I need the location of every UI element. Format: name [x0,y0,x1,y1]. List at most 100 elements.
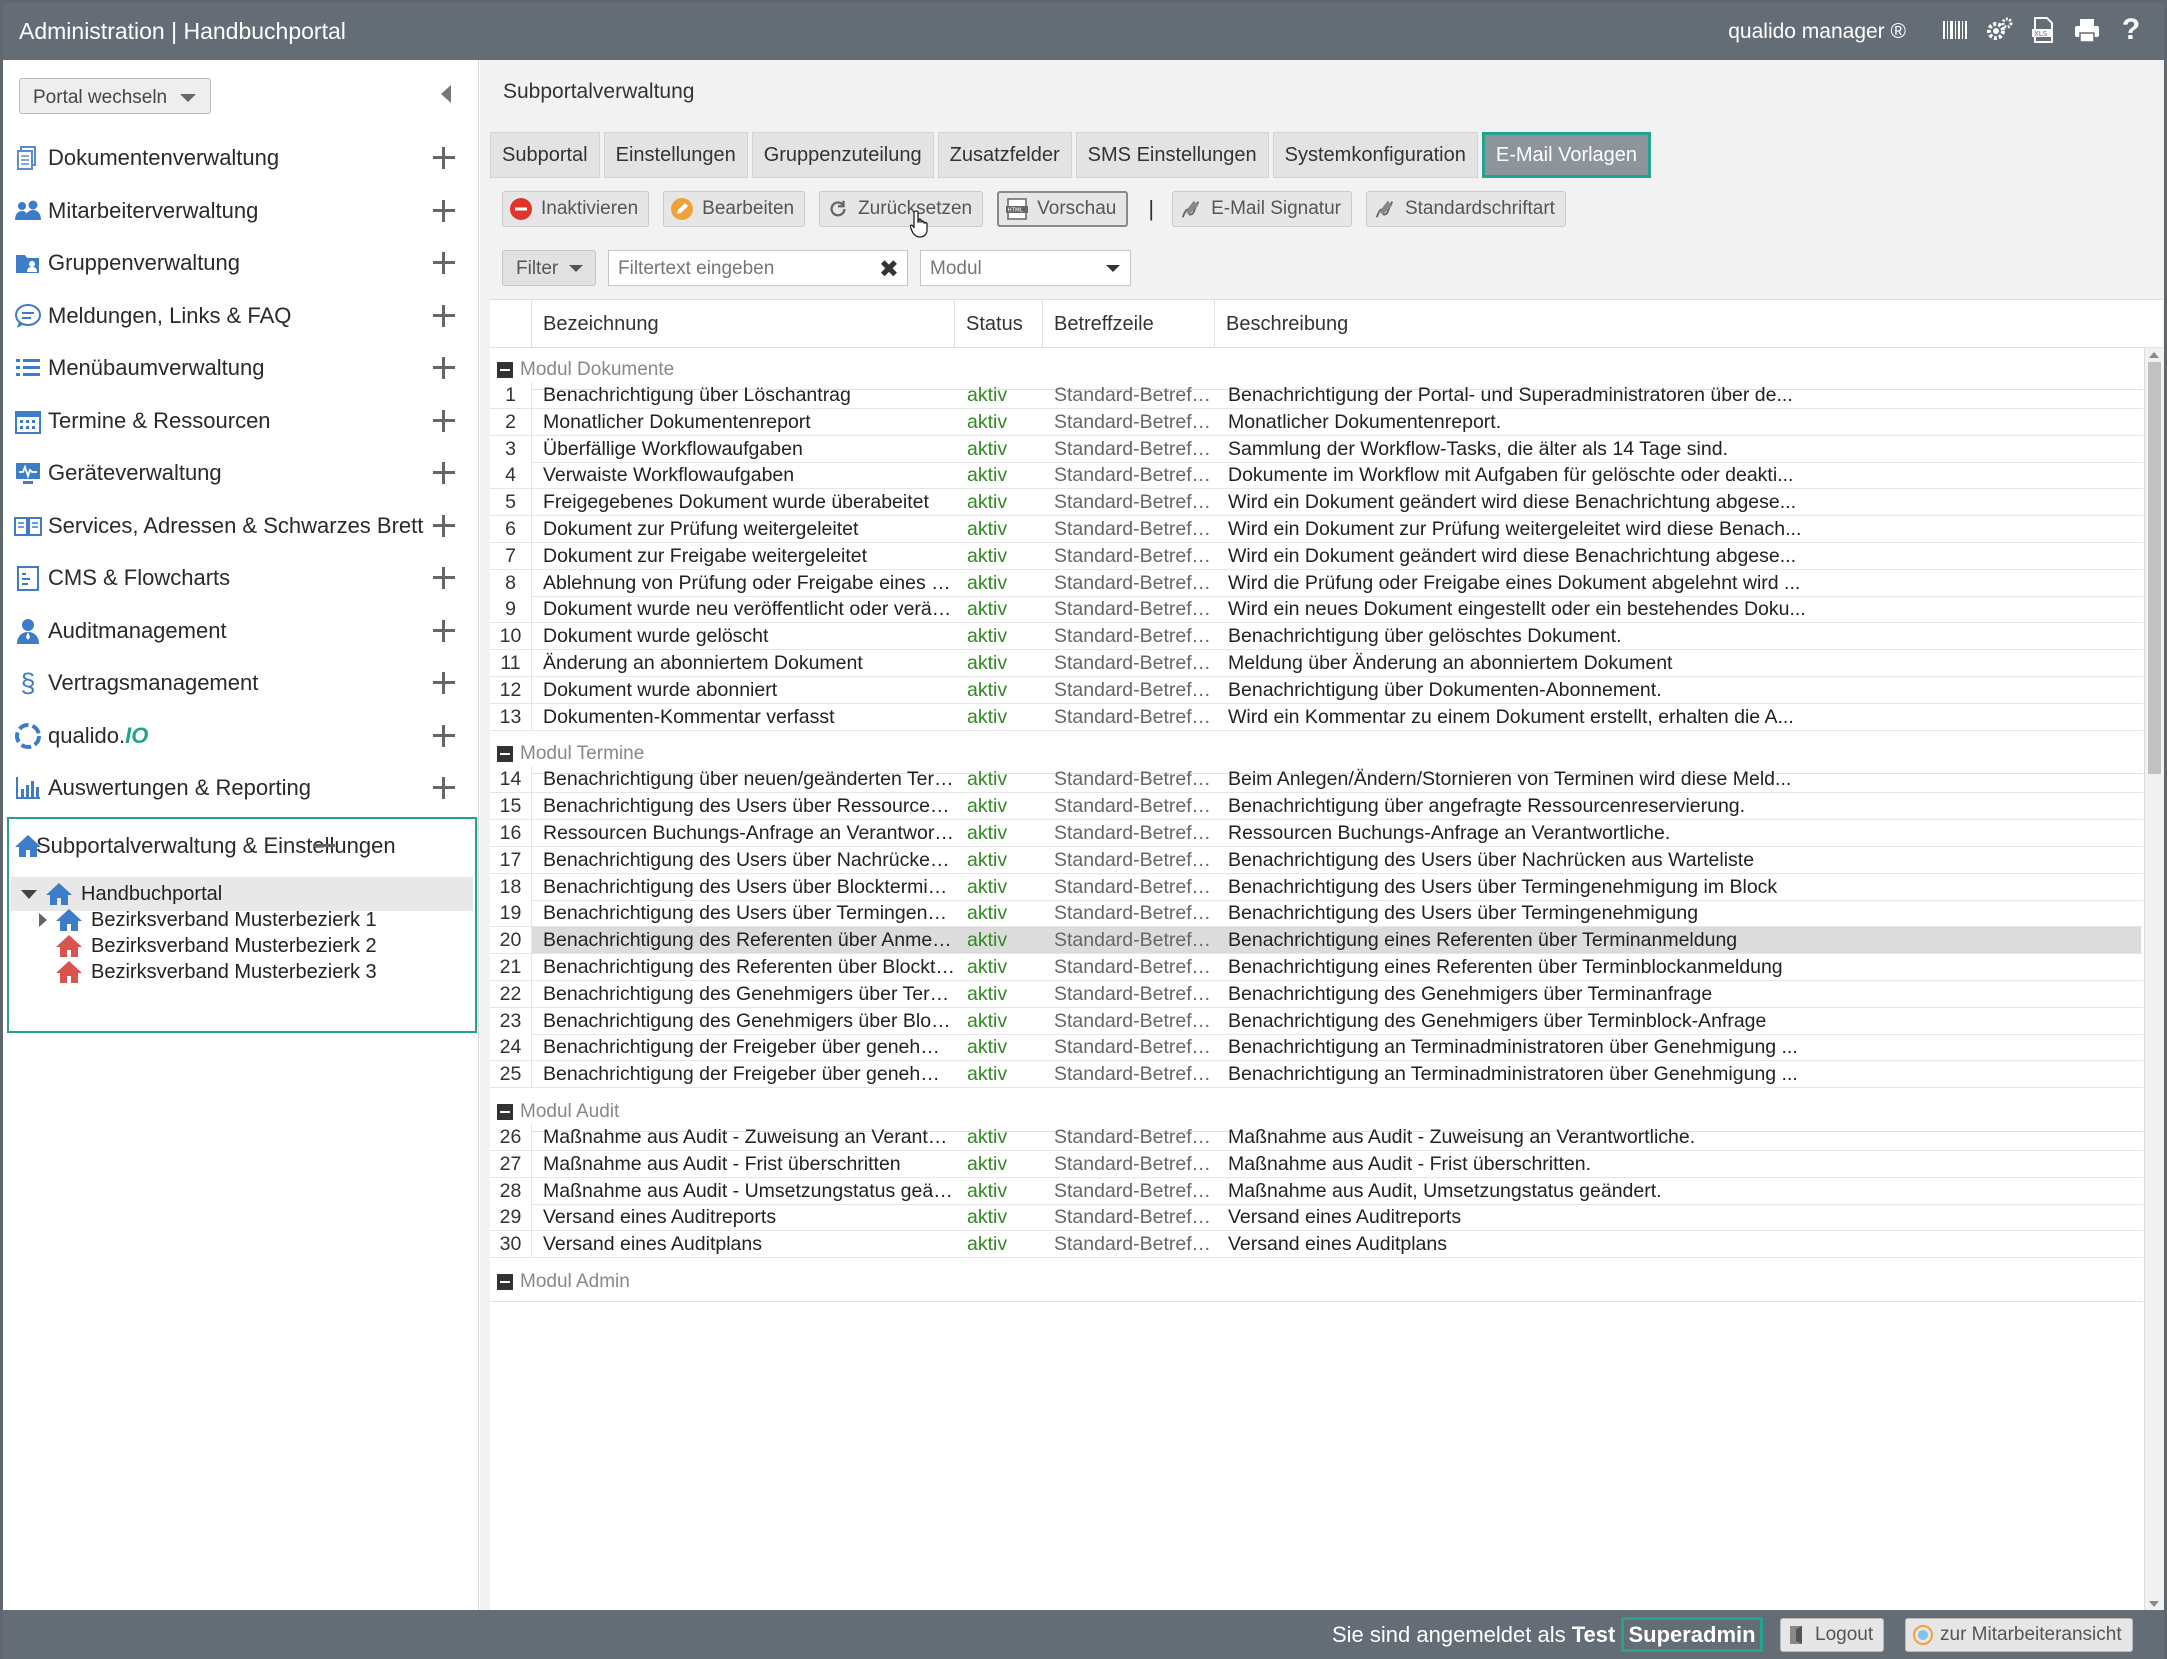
module-select[interactable]: Modul [920,250,1131,286]
sidebar-item-vertrag[interactable]: § Vertragsmanagement [3,657,479,710]
expand-plus-icon[interactable] [433,514,455,537]
sidebar-item-services[interactable]: Services, Adressen & Schwarzes Brett [3,500,479,553]
table-row[interactable]: 15 Benachrichtigung des Users über Ressou… [490,793,2143,821]
table-row[interactable]: 17 Benachrichtigung des Users über Nachrü… [490,846,2143,874]
clear-filter-icon[interactable]: ✖ [879,255,899,284]
collapsed-arrow-icon[interactable] [39,913,47,927]
expand-plus-icon[interactable] [433,567,455,590]
sidebar-item-termine[interactable]: Termine & Ressourcen [3,395,479,448]
excel-export-icon[interactable]: XLS [2028,15,2058,45]
expand-plus-icon[interactable] [433,252,455,275]
barcode-icon[interactable] [1940,15,1970,45]
table-row[interactable]: 8 Ablehnung von Prüfung oder Freigabe ein… [490,569,2143,597]
edit-button[interactable]: Bearbeiten [663,191,806,227]
table-row[interactable]: 20 Benachrichtigung des Referenten über A… [490,927,2143,955]
table-row[interactable]: 29 Versand eines Auditreports aktiv Standar… [490,1204,2143,1232]
expand-plus-icon[interactable] [433,199,455,222]
table-row[interactable]: 10 Dokument wurde gelöscht aktiv Standard-B… [490,623,2143,651]
employee-view-button[interactable]: zur Mitarbeiteransicht [1905,1618,2133,1652]
expand-plus-icon[interactable] [433,304,455,327]
table-row[interactable]: 22 Benachrichtigung des Genehmigers über … [490,980,2143,1008]
scrollbar-thumb[interactable] [2148,362,2161,774]
group-collapse-icon[interactable] [497,745,513,762]
table-row[interactable]: 6 Dokument zur Prüfung weitergeleitet akti… [490,516,2143,543]
help-icon[interactable]: ? [2116,15,2146,45]
scroll-down-icon[interactable] [2149,1601,2159,1607]
default-font-button[interactable]: Standardschriftart [1365,191,1566,227]
print-icon[interactable] [2072,15,2102,45]
expand-plus-icon[interactable] [433,357,455,380]
sidebar-item-meldungen[interactable]: Meldungen, Links & FAQ [3,290,479,343]
table-row[interactable]: 21 Benachrichtigung des Referenten über B… [490,954,2143,981]
table-row[interactable]: 2 Monatlicher Dokumentenreport aktiv Standa… [490,408,2143,436]
table-row[interactable]: 4 Verwaiste Workflowaufgaben aktiv Standard… [490,462,2143,490]
sidebar-item-audit[interactable]: Auditmanagement [3,605,479,658]
portal-switch-dropdown[interactable]: Portal wechseln [19,78,211,114]
collapse-minus-icon[interactable] [313,835,335,857]
sidebar-item-qualido-io[interactable]: qualido.IO [3,710,479,763]
expand-plus-icon[interactable] [433,147,455,170]
column-header-description[interactable]: Beschreibung [1215,300,2144,348]
expand-plus-icon[interactable] [433,777,455,800]
logout-button[interactable]: Logout [1780,1618,1885,1652]
sidebar-item-reporting[interactable]: Auswertungen & Reporting [3,762,479,815]
tab-einstellungen[interactable]: Einstellungen [603,132,748,178]
table-row[interactable]: 12 Dokument wurde abonniert aktiv Standard-… [490,676,2143,704]
table-row[interactable]: 28 Maßnahme aus Audit - Umsetzungstatus g… [490,1177,2143,1205]
sidebar-item-mitarbeiterverwaltung[interactable]: Mitarbeiterverwaltung [3,185,479,238]
settings-gears-icon[interactable] [1984,15,2014,45]
table-row[interactable]: 18 Benachrichtigung des Users über Blockt… [490,873,2143,901]
table-row[interactable]: 19 Benachrichtigung des Users über Termin… [490,900,2143,928]
filter-text-input[interactable]: Filtertext eingeben ✖ [608,250,908,286]
column-header-status[interactable]: Status [955,300,1043,348]
tab-email-vorlagen[interactable]: E-Mail Vorlagen [1481,132,1652,178]
preview-button[interactable]: HTML Vorschau [997,191,1129,227]
reset-button[interactable]: Zurücksetzen [819,191,984,227]
table-row[interactable]: 27 Maßnahme aus Audit - Frist überschritt… [490,1150,2143,1178]
table-group-header[interactable]: Modul Admin [490,1262,2143,1302]
table-row[interactable]: 16 Ressourcen Buchungs-Anfrage an Verantw… [490,820,2143,847]
table-row[interactable]: 14 Benachrichtigung über neuen/geänderten… [490,766,2143,794]
expand-plus-icon[interactable] [433,619,455,642]
expanded-arrow-icon[interactable] [21,889,37,899]
table-row[interactable]: 9 Dokument wurde neu veröffentlicht oder … [490,596,2143,624]
table-row[interactable]: 13 Dokumenten-Kommentar verfasst aktiv Stan… [490,703,2143,731]
table-row[interactable]: 25 Benachrichtigung der Freigeber über ge… [490,1061,2143,1089]
table-row[interactable]: 5 Freigegebenes Dokument wurde überabeite… [490,489,2143,517]
table-row[interactable]: 1 Benachrichtigung über Löschantrag aktiv S… [490,382,2143,409]
expand-plus-icon[interactable] [433,462,455,485]
table-row[interactable]: 26 Maßnahme aus Audit - Zuweisung an Vera… [490,1124,2143,1151]
table-row[interactable]: 30 Versand eines Auditplans aktiv Standard-… [490,1231,2143,1259]
table-row[interactable]: 11 Änderung an abonniertem Dokument aktiv S… [490,650,2143,677]
tab-sms-einstellungen[interactable]: SMS Einstellungen [1075,132,1269,178]
table-row[interactable]: 24 Benachrichtigung der Freigeber über ge… [490,1034,2143,1062]
tab-subportal[interactable]: Subportal [490,132,600,178]
table-row[interactable]: 7 Dokument zur Freigabe weitergeleitet akt… [490,542,2143,570]
expand-plus-icon[interactable] [433,409,455,432]
column-header-name[interactable]: Bezeichnung [532,300,955,348]
tab-systemkonfiguration[interactable]: Systemkonfiguration [1272,132,1478,178]
group-collapse-icon[interactable] [497,1103,513,1120]
deactivate-button[interactable]: Inaktivieren [502,191,650,227]
tab-gruppenzuteilung[interactable]: Gruppenzuteilung [751,132,934,178]
expand-plus-icon[interactable] [433,672,455,695]
collapse-sidebar-icon[interactable] [441,85,451,103]
email-signature-button[interactable]: E-Mail Signatur [1172,191,1352,227]
table-row[interactable]: 23 Benachrichtigung des Genehmigers über … [490,1007,2143,1035]
sidebar-item-cms[interactable]: CMS & Flowcharts [3,552,479,605]
group-collapse-icon[interactable] [497,1273,513,1290]
sidebar-item-subportal[interactable]: Subportalverwaltung & Einstellungen [9,819,475,873]
sidebar-item-dokumentenverwaltung[interactable]: Dokumentenverwaltung [3,132,479,185]
tree-node-child[interactable]: Bezirksverband Musterbezierk 3 [55,955,377,989]
tab-zusatzfelder[interactable]: Zusatzfelder [937,132,1072,178]
vertical-scrollbar[interactable] [2144,348,2163,1610]
sidebar-item-geraete[interactable]: Geräteverwaltung [3,447,479,500]
expand-plus-icon[interactable] [433,724,455,747]
table-row[interactable]: 3 Überfällige Workflowaufgaben aktiv Standa… [490,435,2143,463]
group-collapse-icon[interactable] [497,361,513,378]
sidebar-item-menuebaum[interactable]: Menübaumverwaltung [3,342,479,395]
scroll-up-icon[interactable] [2149,352,2159,358]
column-header-subject[interactable]: Betreffzeile [1043,300,1215,348]
filter-dropdown[interactable]: Filter [502,250,596,286]
sidebar-item-gruppenverwaltung[interactable]: Gruppenverwaltung [3,237,479,290]
